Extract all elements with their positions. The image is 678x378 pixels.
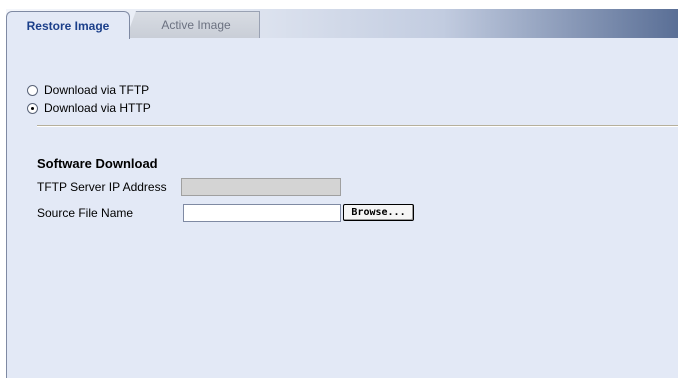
restore-image-panel: Download via TFTP Download via HTTP Soft… bbox=[6, 38, 678, 378]
download-tftp-label: Download via TFTP bbox=[44, 83, 150, 97]
download-http-label: Download via HTTP bbox=[44, 101, 151, 115]
tftp-server-ip-label: TFTP Server IP Address bbox=[37, 180, 167, 194]
tab-active-image-label: Active Image bbox=[161, 18, 231, 32]
section-divider bbox=[37, 125, 678, 127]
restore-image-page: Restore Image Active Image Download via … bbox=[0, 0, 678, 378]
tab-active-image[interactable]: Active Image bbox=[126, 11, 260, 38]
download-tftp-radio[interactable] bbox=[27, 84, 38, 96]
tab-restore-image[interactable]: Restore Image bbox=[6, 11, 130, 39]
tftp-server-ip-input[interactable] bbox=[181, 178, 341, 196]
tab-bar: Restore Image Active Image bbox=[6, 9, 678, 39]
software-download-title: Software Download bbox=[37, 156, 158, 171]
download-http-option[interactable]: Download via HTTP bbox=[27, 100, 151, 116]
download-http-radio[interactable] bbox=[27, 102, 38, 114]
source-file-name-label: Source File Name bbox=[37, 206, 134, 220]
browse-button[interactable]: Browse... bbox=[343, 204, 414, 221]
tab-restore-image-label: Restore Image bbox=[26, 18, 110, 33]
source-file-name-input[interactable] bbox=[183, 204, 341, 222]
download-tftp-option[interactable]: Download via TFTP bbox=[27, 82, 149, 98]
